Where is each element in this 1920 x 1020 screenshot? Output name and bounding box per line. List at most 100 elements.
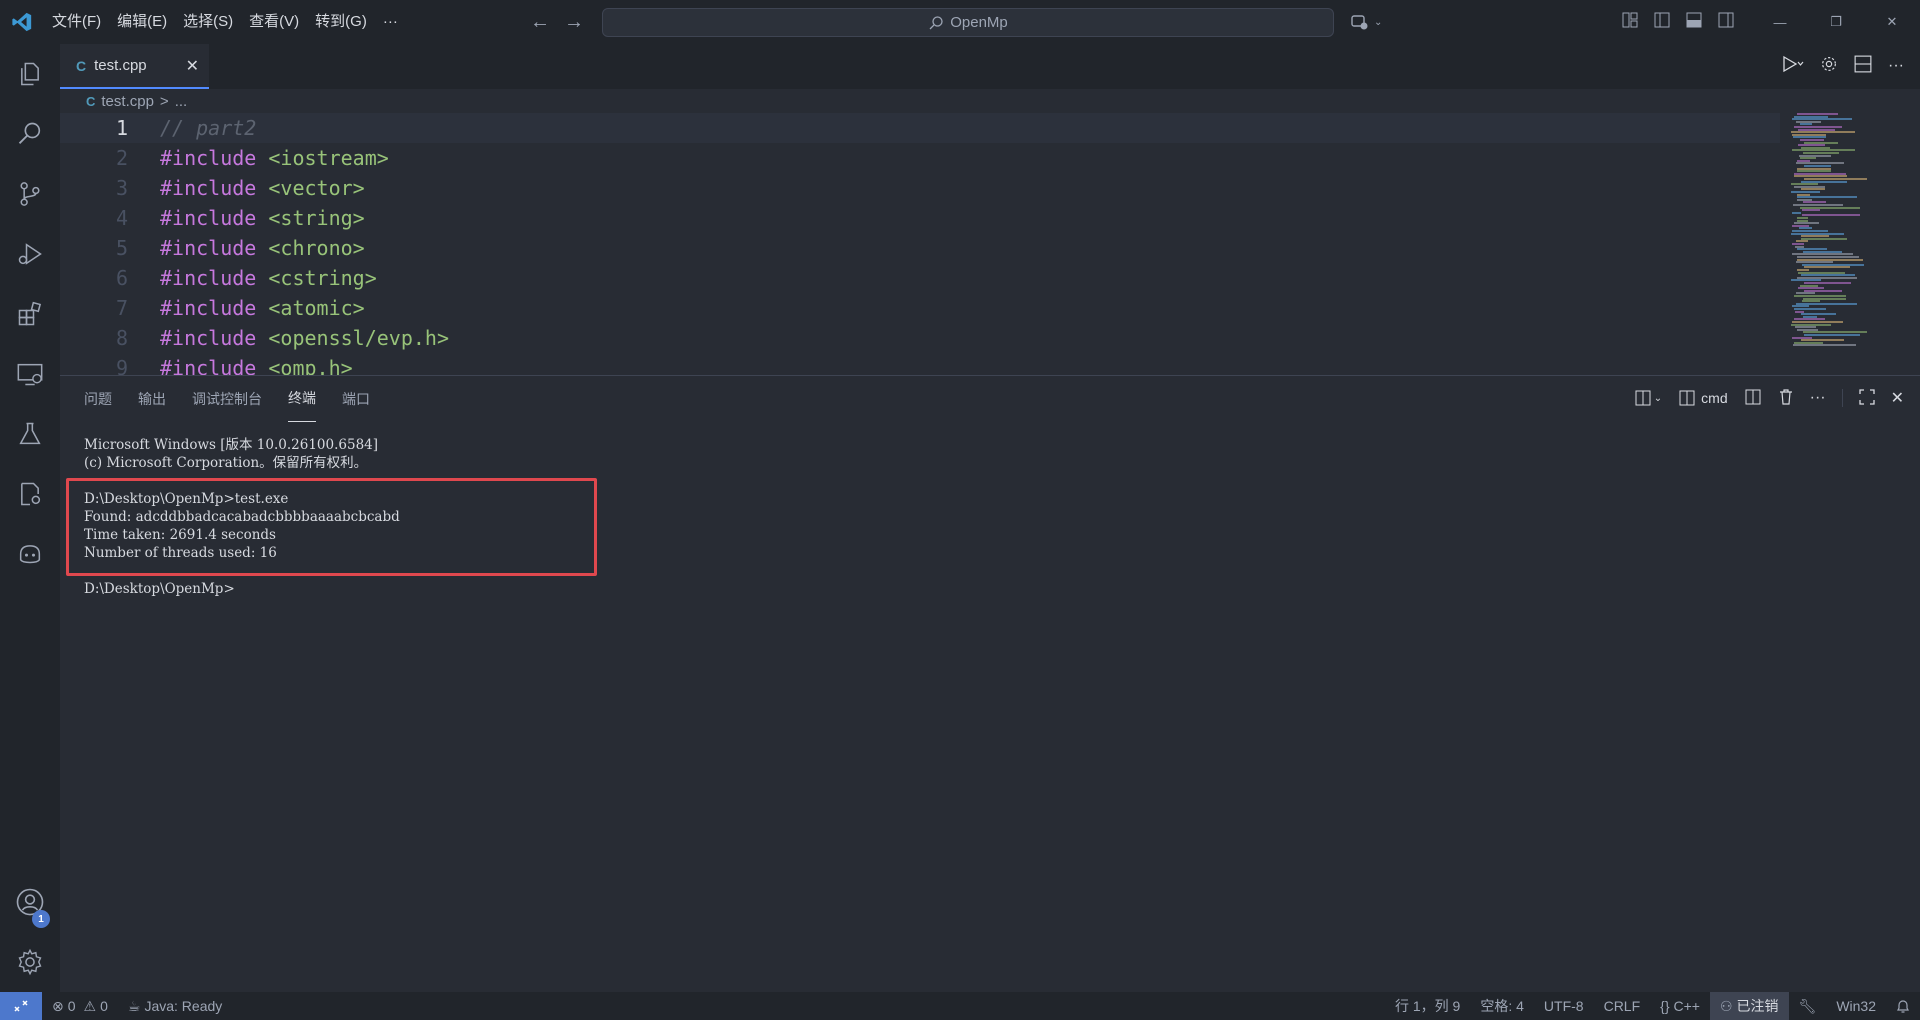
terminal-line: Microsoft Windows [版本 10.0.26100.6584]: [84, 437, 379, 453]
close-window-icon[interactable]: ✕: [1864, 0, 1920, 44]
close-icon[interactable]: ✕: [186, 56, 199, 76]
notifications-bell-icon[interactable]: [1886, 992, 1920, 1020]
tab-test-cpp[interactable]: C test.cpp ✕: [60, 44, 209, 89]
code-line[interactable]: 7 #include <atomic>: [60, 293, 1780, 323]
copilot-chat-icon[interactable]: [0, 526, 60, 582]
minimap-line: [1804, 266, 1850, 269]
line-number: 4: [115, 206, 128, 230]
minimap-line: [1802, 209, 1820, 212]
menu-file[interactable]: 文件(F): [44, 0, 109, 44]
restore-icon[interactable]: ❐: [1808, 0, 1864, 44]
menu-selection[interactable]: 选择(S): [175, 0, 241, 44]
cmake-icon[interactable]: [0, 466, 60, 522]
tab-debug-console[interactable]: 调试控制台: [192, 376, 262, 422]
activity-bar: 1: [0, 44, 60, 992]
code-line[interactable]: 5 #include <chrono>: [60, 233, 1780, 263]
cursor-position[interactable]: 行 1，列 9: [1385, 992, 1470, 1020]
shell-name: cmd: [1701, 390, 1728, 406]
new-terminal-dropdown[interactable]: ⌄: [1634, 390, 1662, 406]
line-number: 3: [115, 176, 128, 200]
code-text: #include <atomic>: [160, 296, 365, 320]
terminal-instance[interactable]: cmd: [1678, 390, 1728, 406]
code-line[interactable]: 4 #include <string>: [60, 203, 1780, 233]
code-editor[interactable]: 1 // part2 2 #include <iostream> 3 #include <…: [60, 113, 1920, 375]
copilot-status[interactable]: ⚇ 已注销: [1709, 992, 1789, 1020]
error-icon: ⊗: [52, 997, 64, 1014]
terminal-line: D:\Desktop\OpenMp>: [84, 581, 235, 597]
line-number: 8: [115, 326, 128, 350]
code-line[interactable]: 9 #include <omp.h>: [60, 353, 1780, 375]
warning-icon: ⚠: [83, 997, 97, 1014]
tab-terminal[interactable]: 终端: [288, 376, 316, 422]
command-center-search[interactable]: OpenMp: [602, 8, 1334, 37]
more-actions-icon[interactable]: ···: [1810, 389, 1826, 407]
forward-arrow-icon[interactable]: →: [564, 11, 584, 34]
breadcrumb-file[interactable]: test.cpp: [101, 93, 154, 110]
vscode-logo-icon: [0, 0, 44, 44]
platform[interactable]: Win32: [1826, 992, 1886, 1020]
language-mode[interactable]: {} C++: [1650, 992, 1710, 1020]
copilot-button[interactable]: ⌄: [1350, 10, 1382, 34]
minimap-line: [1804, 334, 1860, 336]
code-text: #include <string>: [160, 206, 365, 230]
back-arrow-icon[interactable]: ←: [530, 11, 550, 34]
explorer-icon[interactable]: [0, 46, 60, 102]
menu-view[interactable]: 查看(V): [241, 0, 307, 44]
java-status-label: Java: Ready: [144, 998, 223, 1014]
code-text: #include <chrono>: [160, 236, 365, 260]
minimize-icon[interactable]: —: [1752, 0, 1808, 44]
tab-output[interactable]: 输出: [138, 376, 166, 422]
toggle-secondary-sidebar-icon[interactable]: [1716, 10, 1736, 30]
code-text: #include <vector>: [160, 176, 365, 200]
tab-problems[interactable]: 问题: [84, 376, 112, 422]
extensions-icon[interactable]: [0, 286, 60, 342]
wrench-icon[interactable]: 🔧︎: [1789, 992, 1827, 1020]
toggle-sidebar-icon[interactable]: [1652, 10, 1672, 30]
line-ending[interactable]: CRLF: [1594, 992, 1651, 1020]
split-terminal-icon[interactable]: [1744, 389, 1762, 408]
java-status[interactable]: ☕ Java: Ready: [118, 992, 232, 1020]
gear-icon[interactable]: [1820, 55, 1838, 76]
close-panel-icon[interactable]: ✕: [1891, 388, 1904, 408]
breadcrumb: C test.cpp > ...: [60, 89, 1920, 113]
menu-more[interactable]: ···: [375, 0, 406, 44]
line-number: 6: [115, 266, 128, 290]
indentation[interactable]: 空格: 4: [1470, 992, 1534, 1020]
settings-gear-icon[interactable]: [0, 934, 60, 990]
run-debug-icon[interactable]: [0, 226, 60, 282]
search-icon[interactable]: [0, 106, 60, 162]
menu-go[interactable]: 转到(G): [307, 0, 375, 44]
toggle-panel-icon[interactable]: [1684, 10, 1704, 30]
breadcrumb-more[interactable]: ...: [175, 93, 188, 110]
encoding[interactable]: UTF-8: [1534, 992, 1594, 1020]
cpp-file-icon: C: [86, 93, 96, 109]
remote-icon: [14, 1000, 28, 1012]
code-line[interactable]: 1 // part2: [60, 113, 1780, 143]
code-line[interactable]: 2 #include <iostream>: [60, 143, 1780, 173]
split-editor-icon[interactable]: [1854, 55, 1872, 76]
maximize-panel-icon[interactable]: [1858, 388, 1875, 408]
testing-flask-icon[interactable]: [0, 406, 60, 462]
minimap[interactable]: [1787, 113, 1920, 353]
search-text: OpenMp: [950, 14, 1008, 31]
code-line[interactable]: 3 #include <vector>: [60, 173, 1780, 203]
accounts-icon[interactable]: 1: [0, 874, 60, 930]
menu-edit[interactable]: 编辑(E): [109, 0, 175, 44]
terminal-line: (c) Microsoft Corporation。保留所有权利。: [84, 455, 368, 471]
remote-indicator[interactable]: [0, 992, 42, 1020]
remote-explorer-icon[interactable]: [0, 346, 60, 402]
cpp-file-icon: C: [76, 57, 87, 74]
code-line[interactable]: 8 #include <openssl/evp.h>: [60, 323, 1780, 353]
line-number: 2: [115, 146, 128, 170]
tab-ports[interactable]: 端口: [342, 376, 370, 422]
customize-layout-icon[interactable]: [1620, 10, 1640, 30]
source-control-icon[interactable]: [0, 166, 60, 222]
trash-icon[interactable]: [1778, 388, 1794, 408]
code-line[interactable]: 6 #include <cstring>: [60, 263, 1780, 293]
run-code-icon[interactable]: [1780, 54, 1804, 77]
minimap-line: [1802, 214, 1860, 217]
bottom-panel: 问题 输出 调试控制台 终端 端口 ⌄ cmd ··· ✕ Microsoft …: [60, 375, 1920, 992]
more-actions-icon[interactable]: ···: [1888, 57, 1904, 75]
problems-status[interactable]: ⊗ 0 ⚠ 0: [42, 992, 118, 1020]
title-bar: 文件(F) 编辑(E) 选择(S) 查看(V) 转到(G) ··· ← → Op…: [0, 0, 1920, 44]
